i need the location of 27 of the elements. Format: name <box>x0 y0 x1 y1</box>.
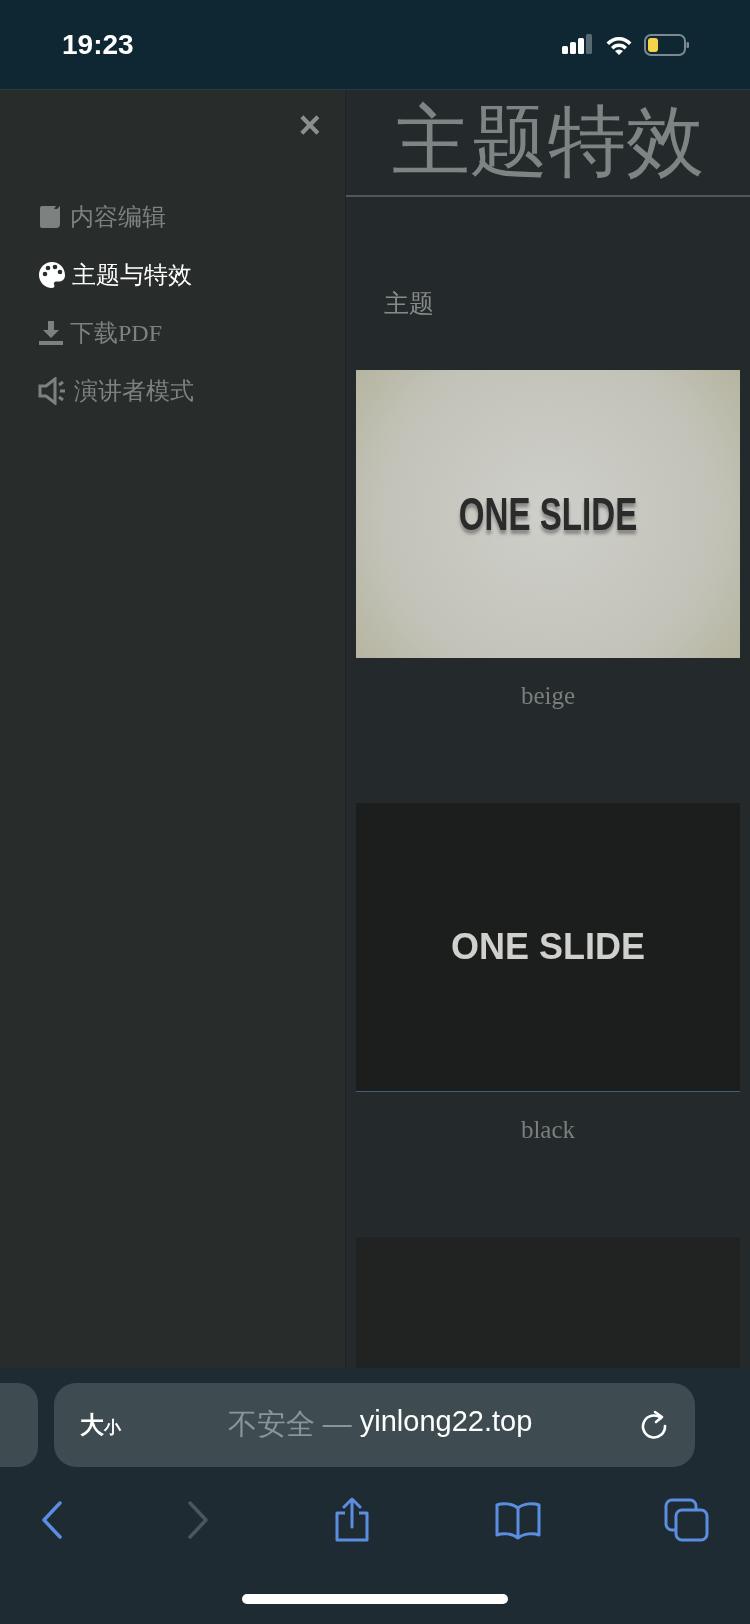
battery-icon <box>644 33 690 56</box>
palette-icon <box>38 261 66 289</box>
domain-text: yinlong22.top <box>359 1405 533 1439</box>
signal-icon <box>562 33 594 56</box>
slide-text: ONE SLIDE <box>458 487 638 541</box>
text-size-button[interactable]: 大小 <box>80 1409 121 1441</box>
reload-icon[interactable] <box>639 1409 669 1441</box>
theme-preview[interactable]: ONE SLIDE <box>356 803 740 1092</box>
close-button[interactable]: × <box>294 110 325 140</box>
menu-item[interactable]: 内容编辑 <box>70 201 166 233</box>
theme-name: beige <box>520 682 576 709</box>
menu-item[interactable]: 主题与特效 <box>72 259 192 291</box>
theme-name: black <box>520 1116 576 1143</box>
section-heading: 主题 <box>384 288 435 320</box>
address-bar[interactable]: 大小 不安全 — yinlong22.top <box>54 1383 695 1467</box>
status-time: 19:23 <box>61 28 134 61</box>
download-icon <box>38 320 64 346</box>
speaker-icon <box>38 377 68 405</box>
security-label: 不安全 — <box>227 1407 352 1442</box>
slide-text: ONE SLIDE <box>451 926 645 968</box>
menu-item[interactable]: 演讲者模式 <box>74 375 194 407</box>
menu-item[interactable]: 下载PDF <box>70 317 163 349</box>
page-title: 主题特效 <box>346 90 750 197</box>
theme-preview[interactable]: ONE SLIDE <box>356 370 740 658</box>
back-button[interactable] <box>40 1501 64 1539</box>
bookmarks-button[interactable] <box>494 1500 542 1540</box>
tabs-button[interactable] <box>664 1498 710 1542</box>
